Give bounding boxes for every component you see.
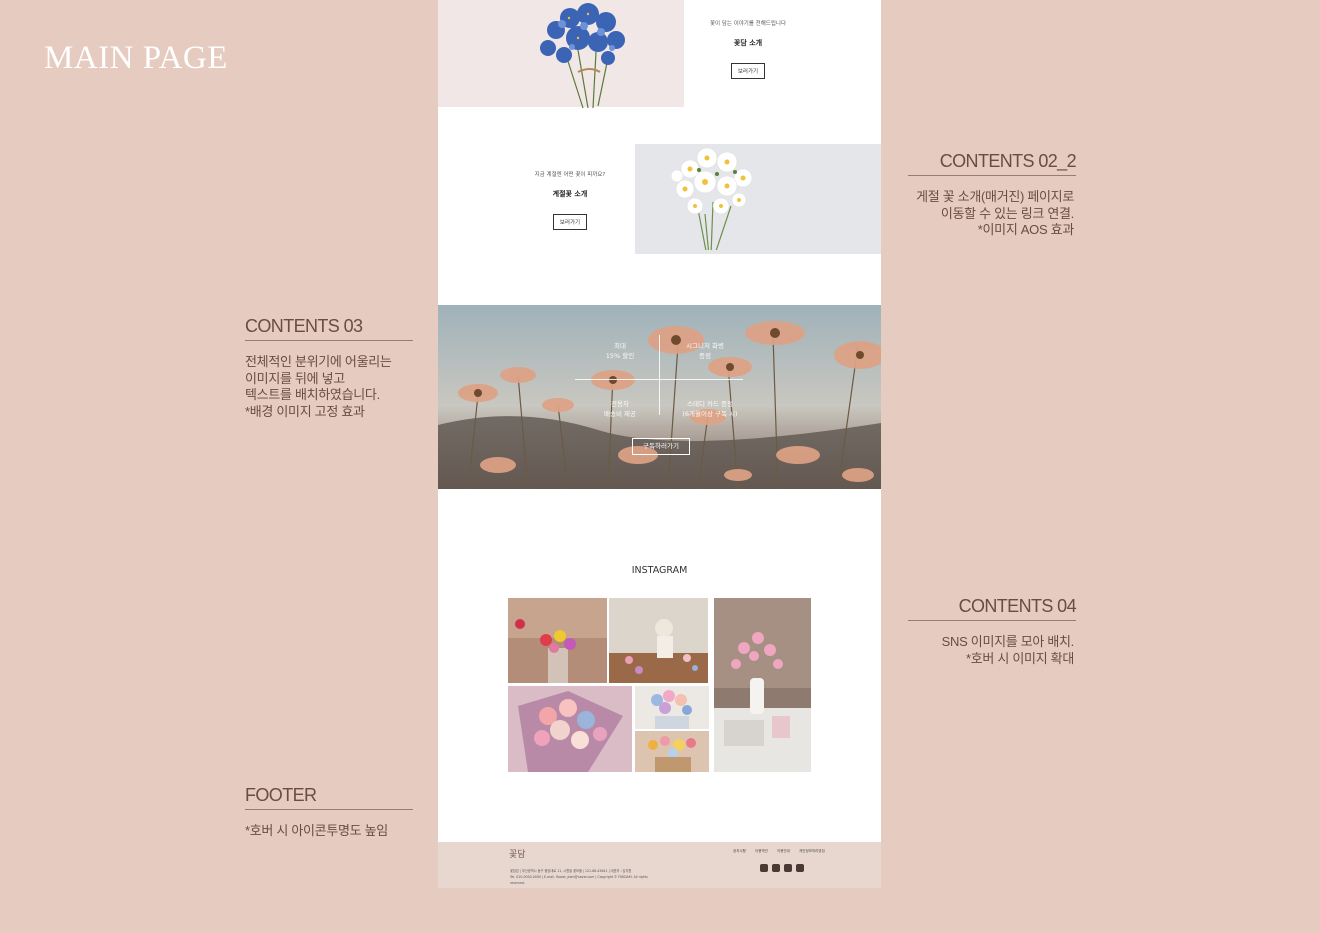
page-title: MAIN PAGE <box>44 40 228 76</box>
annotation-heading: CONTENTS 02_2 <box>908 151 1077 176</box>
annotation-footer: FOOTER *호버 시 아이콘투명도 높임 <box>245 785 413 840</box>
annotation-line: 이미지를 뒤에 넣고 <box>245 370 345 386</box>
footer-link-terms[interactable]: 이용약관 <box>755 849 768 853</box>
benefit-line: (6개월이상 구독 시) <box>682 410 738 418</box>
benefit-vase: 시그니처 화병 증정 <box>670 341 740 361</box>
annotation-heading: CONTENTS 04 <box>908 596 1077 621</box>
instagram-icon[interactable] <box>772 864 780 872</box>
benefit-line: 최대 <box>614 342 626 350</box>
social-icons <box>760 864 804 872</box>
benefit-line: 증정 <box>699 352 711 360</box>
footer-info-line: Tel. 010-0000-0000 | E-mail. flower_dam@… <box>510 875 648 885</box>
footer-link-privacy[interactable]: 개인정보처리방침 <box>799 849 825 853</box>
facebook-icon[interactable] <box>760 864 768 872</box>
view-more-button[interactable]: 보러가기 <box>730 63 766 79</box>
annotation-description: *호버 시 아이콘투명도 높임 <box>245 823 413 840</box>
story-title: 계절꽃 소개 <box>552 190 588 198</box>
annotation-contents-04: CONTENTS 04 SNS 이미지를 모아 배치. *호버 시 이미지 확대 <box>908 596 1077 667</box>
annotation-line: 전체적인 분위기에 어울리는 <box>245 354 392 369</box>
annotation-line: 텍스트를 배치하였습니다. <box>245 387 380 402</box>
footer-link-notice[interactable]: 공지사항 <box>733 849 746 853</box>
instagram-photo[interactable] <box>635 731 709 772</box>
youtube-icon[interactable] <box>796 864 804 872</box>
annotation-line: *배경 이미지 고정 효과 <box>245 403 365 419</box>
story-subtitle: 꽃이 담는 이야기를 전해드립니다 <box>709 21 787 27</box>
annotation-contents-03: CONTENTS 03 전체적인 분위기에 어울리는 이미지를 뒤에 넣고 텍스… <box>245 316 413 420</box>
footer-links: 공지사항 이용약관 이용안내 개인정보처리방침 <box>733 849 833 854</box>
subscribe-button[interactable]: 구독하러가기 <box>632 438 690 455</box>
benefit-line: 스태디 카드 증정 <box>687 400 733 408</box>
annotation-line: *호버 시 아이콘투명도 높임 <box>245 823 388 838</box>
instagram-title: INSTAGRAM <box>631 565 688 576</box>
story-title: 꽃담 소개 <box>733 39 763 47</box>
footer-link-guide[interactable]: 이용안내 <box>777 849 790 853</box>
story-subtitle: 지금 계절엔 어떤 꽃이 피까요? <box>534 172 606 178</box>
subscription-banner: 최대 15% 할인 시그니처 화병 증정 전용차 배송비 제공 스태디 카드 증… <box>438 305 881 489</box>
annotation-line: 이동할 수 있는 링크 연결. <box>940 205 1074 221</box>
instagram-photo[interactable] <box>609 598 708 683</box>
instagram-photo[interactable] <box>635 686 709 729</box>
story-block-season: 지금 계절엔 어떤 꽃이 피까요? 계절꽃 소개 보러가기 <box>495 170 645 230</box>
annotation-description: 전체적인 분위기에 어울리는 이미지를 뒤에 넣고 텍스트를 배치하였습니다. … <box>245 354 413 420</box>
footer-company-info: 꽃집담 | 부산광역시 동구 중앙대로 11, 시원빌 꽃보물 | 121-86… <box>510 868 650 886</box>
benefit-line: 15% 할인 <box>605 352 635 360</box>
twitter-icon[interactable] <box>784 864 792 872</box>
annotation-line: SNS 이미지를 모아 배치. <box>941 634 1075 649</box>
annotation-description: SNS 이미지를 모아 배치. *호버 시 이미지 확대 <box>908 634 1076 667</box>
annotation-heading: CONTENTS 03 <box>245 316 413 341</box>
blue-bouquet-image <box>438 0 684 109</box>
benefit-discount: 최대 15% 할인 <box>590 341 650 361</box>
instagram-photo[interactable] <box>508 686 632 772</box>
benefit-line: 전용차 <box>611 400 629 408</box>
annotation-line: *호버 시 이미지 확대 <box>966 650 1074 666</box>
annotation-line: 게절 꽃 소개(매거진) 페이지로 <box>916 189 1074 204</box>
view-more-button[interactable]: 보러가기 <box>552 214 588 230</box>
divider-vertical <box>659 335 660 415</box>
website-mockup: 꽃이 담는 이야기를 전해드립니다 꽃담 소개 보러가기 지금 계절엔 어떤 꽃… <box>438 0 881 888</box>
instagram-photo[interactable] <box>714 598 811 772</box>
annotation-contents-02-2: CONTENTS 02_2 게절 꽃 소개(매거진) 페이지로 이동할 수 있는… <box>908 151 1077 239</box>
footer-logo[interactable]: 꽃담 <box>509 847 526 860</box>
benefit-line: 배송비 제공 <box>604 410 636 418</box>
benefit-card: 스태디 카드 증정 (6개월이상 구독 시) <box>670 399 750 419</box>
daisy-bouquet-image <box>635 144 881 254</box>
annotation-description: 게절 꽃 소개(매거진) 페이지로 이동할 수 있는 링크 연결. *이미지 A… <box>908 189 1076 239</box>
site-footer: 꽃담 꽃집담 | 부산광역시 동구 중앙대로 11, 시원빌 꽃보물 | 121… <box>438 842 881 888</box>
story-block-intro: 꽃이 담는 이야기를 전해드립니다 꽃담 소개 보러가기 <box>673 19 823 79</box>
benefit-delivery: 전용차 배송비 제공 <box>590 399 650 419</box>
instagram-photo[interactable] <box>508 598 607 683</box>
annotation-line: *이미지 AOS 효과 <box>977 222 1075 237</box>
benefit-line: 시그니처 화병 <box>686 342 724 350</box>
annotation-heading: FOOTER <box>245 785 413 810</box>
